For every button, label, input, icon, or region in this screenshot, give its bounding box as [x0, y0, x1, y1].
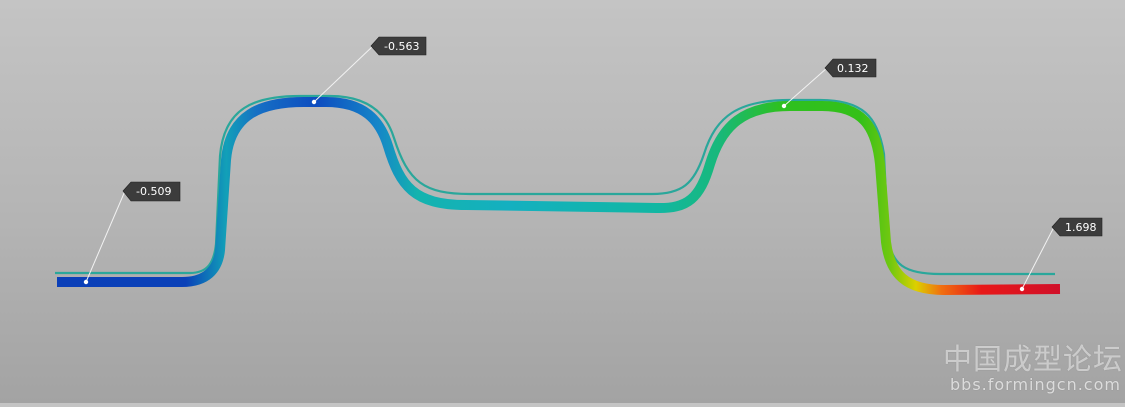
probe-value: 1.698	[1065, 221, 1097, 234]
probe-value: 0.132	[837, 62, 869, 75]
reference-outline	[55, 94, 1055, 276]
leader-line	[313, 45, 374, 103]
probe-right-flange[interactable]: 1.698	[1019, 217, 1103, 292]
probe-point	[311, 99, 317, 105]
viewport[interactable]: -0.509 -0.563 0.132 1.698 中国成型论坛 bbs.for…	[0, 0, 1125, 403]
probe-point	[1019, 286, 1025, 292]
probe-left-crown[interactable]: -0.563	[311, 36, 427, 105]
probe-value: -0.563	[384, 40, 419, 53]
watermark-url: bbs.formingcn.com	[950, 375, 1121, 394]
probe-left-flange[interactable]: -0.509	[83, 181, 181, 285]
leader-line	[1021, 226, 1055, 290]
probe-value: -0.509	[136, 185, 171, 198]
probe-point	[83, 279, 89, 285]
deformed-strip	[57, 97, 1061, 295]
watermark-site-name: 中国成型论坛	[943, 342, 1124, 376]
leader-line	[85, 190, 126, 283]
probe-point	[781, 103, 787, 109]
